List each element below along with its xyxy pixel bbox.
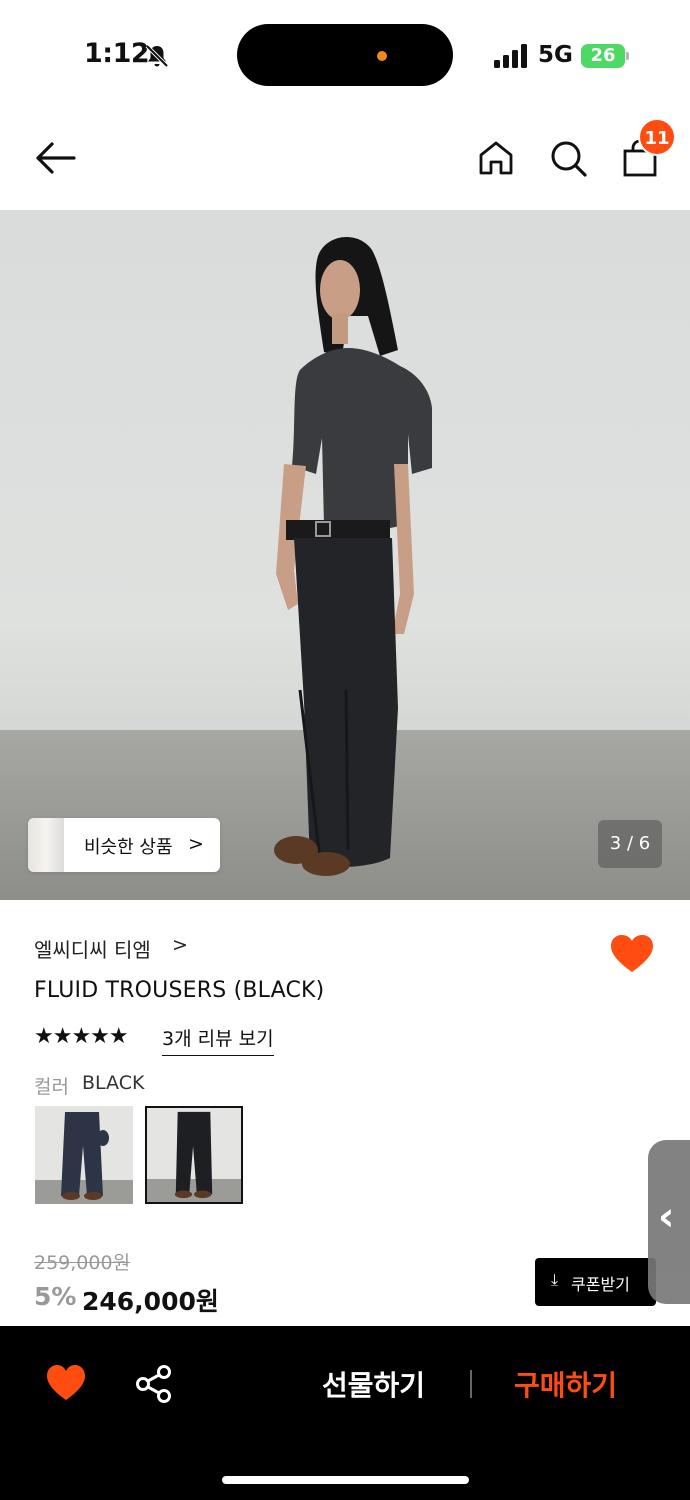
brand-link[interactable]: 엘씨디씨 티엠	[34, 934, 151, 963]
original-price: 259,000원	[34, 1252, 131, 1274]
product-info: 엘씨디씨 티엠 > FLUID TROUSERS (BLACK) ★★★★★ 3…	[0, 900, 690, 1326]
cart-count-badge: 11	[638, 118, 676, 156]
product-title: FLUID TROUSERS (BLACK)	[34, 978, 325, 1003]
home-icon[interactable]	[476, 138, 516, 178]
divider	[470, 1370, 472, 1398]
privacy-dot	[377, 51, 387, 61]
coupon-button[interactable]: ⤓ 쿠폰받기	[535, 1258, 656, 1306]
status-time: 1:12	[84, 38, 150, 69]
color-option-navy[interactable]	[35, 1106, 133, 1204]
chevron-right-icon: >	[188, 833, 204, 855]
product-image-carousel[interactable]: 비슷한 상품 > 3 / 6	[0, 210, 690, 900]
gift-button[interactable]: 선물하기	[322, 1364, 425, 1404]
color-value: BLACK	[82, 1072, 145, 1094]
home-indicator	[222, 1476, 469, 1484]
search-icon[interactable]	[548, 138, 588, 178]
heart-icon[interactable]	[46, 1364, 86, 1402]
battery-icon: 26	[581, 44, 629, 68]
model-photo	[274, 237, 432, 876]
sale-price: 246,000원	[82, 1287, 219, 1316]
battery-level: 26	[590, 45, 616, 66]
download-icon: ⤓	[551, 1270, 559, 1289]
side-panel-handle[interactable]: ‹	[648, 1140, 690, 1304]
color-option-navy-image	[35, 1106, 133, 1204]
dynamic-island	[237, 24, 453, 86]
chevron-left-icon: ‹	[658, 1194, 675, 1240]
image-page-indicator: 3 / 6	[598, 820, 662, 868]
review-link[interactable]: 3개 리뷰 보기	[162, 1024, 274, 1056]
chevron-right-icon: >	[172, 934, 188, 956]
similar-products-label: 비슷한 상품	[84, 837, 173, 858]
signal-icon	[494, 44, 527, 68]
star-rating: ★★★★★	[34, 1024, 129, 1049]
network-type: 5G	[538, 42, 573, 68]
heart-icon[interactable]	[610, 934, 654, 974]
similar-products-thumbnail	[28, 818, 64, 872]
color-option-black-image	[147, 1108, 241, 1202]
coupon-label: 쿠폰받기	[571, 1275, 630, 1294]
top-nav: 11	[0, 110, 690, 210]
buy-button[interactable]: 구매하기	[514, 1364, 617, 1404]
color-label: 컬러	[34, 1076, 69, 1098]
status-bar: 1:12 5G 26	[0, 0, 690, 110]
discount-rate: 5%	[34, 1282, 77, 1311]
share-icon[interactable]	[134, 1364, 174, 1404]
bell-muted-icon	[145, 44, 169, 68]
similar-products-button[interactable]: 비슷한 상품 >	[28, 818, 220, 872]
color-option-black[interactable]	[145, 1106, 243, 1204]
bottom-action-bar: 선물하기 구매하기	[0, 1326, 690, 1500]
back-arrow-icon[interactable]	[34, 140, 76, 176]
